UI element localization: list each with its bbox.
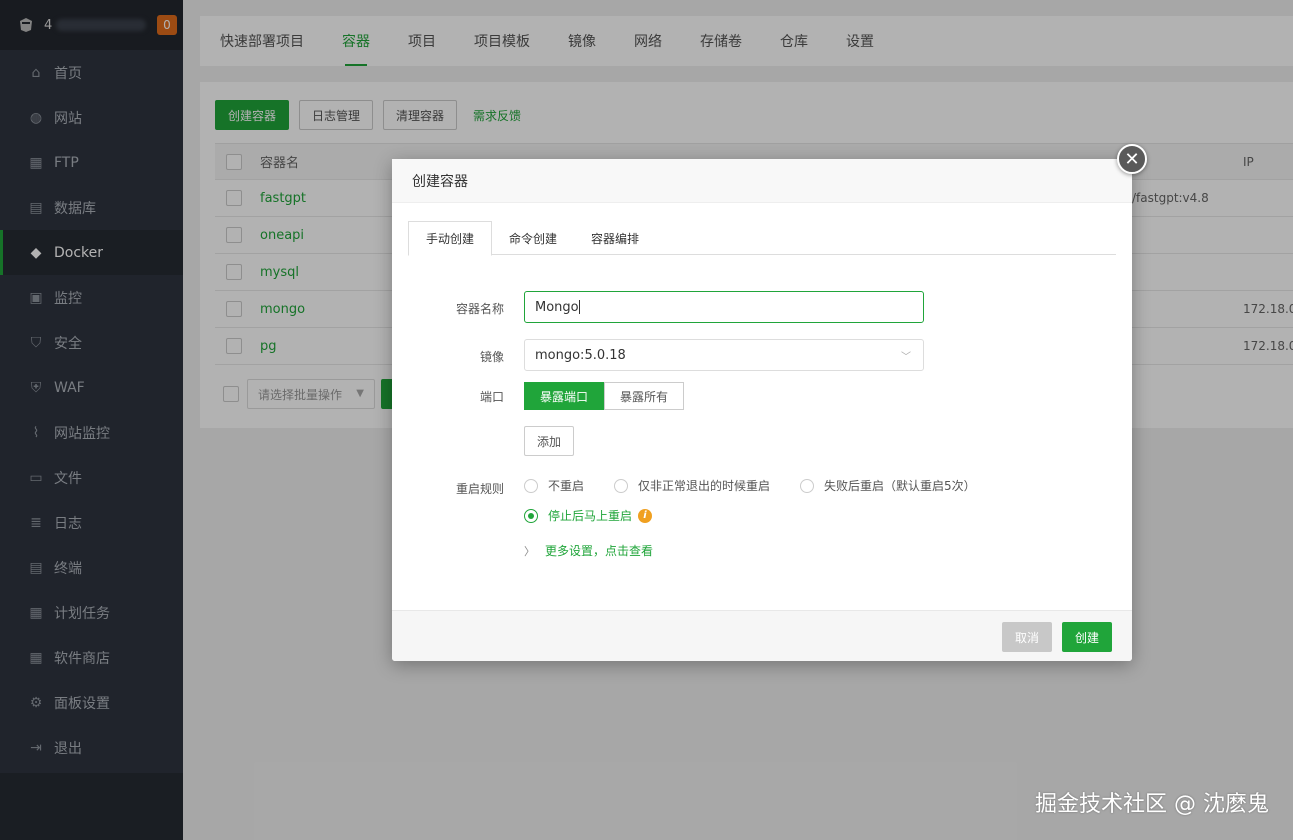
cancel-button[interactable]: 取消 xyxy=(1002,622,1053,652)
expose-all-button[interactable]: 暴露所有 xyxy=(604,382,685,410)
dialog-tabs: 手动创建 命令创建 容器编排 xyxy=(408,221,1116,256)
watermark: 掘金技术社区 @ 沈麽鬼 xyxy=(1035,792,1269,817)
add-port-button[interactable]: 添加 xyxy=(524,426,575,456)
expose-port-button[interactable]: 暴露端口 xyxy=(524,382,605,410)
radio-label: 仅非正常退出的时候重启 xyxy=(638,479,771,493)
radio-indicator xyxy=(524,508,538,523)
radio-label: 停止后马上重启 xyxy=(548,509,633,523)
more-settings-toggle[interactable]: 〉 更多设置，点击查看 xyxy=(524,542,653,559)
radio-label: 不重启 xyxy=(548,479,585,493)
restart-policy-label: 重启规则 xyxy=(455,482,504,496)
radio-indicator xyxy=(524,478,538,493)
port-mode-toggle: 暴露端口 暴露所有 xyxy=(524,382,685,410)
close-icon[interactable]: ✕ xyxy=(1117,144,1147,174)
tab-command-create[interactable]: 命令创建 xyxy=(492,221,574,255)
dialog-title: 创建容器 xyxy=(392,159,1132,203)
tab-compose[interactable]: 容器编排 xyxy=(574,221,656,255)
restart-option-on-failure-abnormal[interactable]: 仅非正常退出的时候重启 xyxy=(614,477,770,494)
info-icon[interactable]: i xyxy=(638,508,653,523)
radio-indicator xyxy=(800,478,814,493)
create-container-dialog: 创建容器 手动创建 命令创建 容器编排 容器名称 Mongo 镜像 mongo:… xyxy=(392,159,1132,661)
create-button[interactable]: 创建 xyxy=(1062,622,1113,652)
chevron-right-icon: 〉 xyxy=(524,544,535,558)
chevron-down-icon: ﹀ xyxy=(901,351,911,363)
restart-option-always[interactable]: 停止后马上重启 i xyxy=(524,507,653,524)
image-label: 镜像 xyxy=(479,350,504,364)
image-select-value: mongo:5.0.18 xyxy=(535,347,626,363)
container-name-value: Mongo xyxy=(535,299,579,315)
port-label: 端口 xyxy=(479,390,504,404)
container-name-label: 容器名称 xyxy=(455,302,504,316)
radio-label: 失败后重启（默认重启5次） xyxy=(824,479,976,493)
radio-indicator xyxy=(614,478,628,493)
dialog-footer: 取消 创建 xyxy=(392,610,1132,661)
tab-manual-create[interactable]: 手动创建 xyxy=(408,221,493,256)
restart-option-on-failure[interactable]: 失败后重启（默认重启5次） xyxy=(800,477,976,494)
container-name-input[interactable]: Mongo xyxy=(524,291,924,323)
restart-option-no[interactable]: 不重启 xyxy=(524,477,584,494)
more-settings-label: 更多设置，点击查看 xyxy=(545,544,654,558)
image-select[interactable]: mongo:5.0.18 ﹀ xyxy=(524,339,924,371)
